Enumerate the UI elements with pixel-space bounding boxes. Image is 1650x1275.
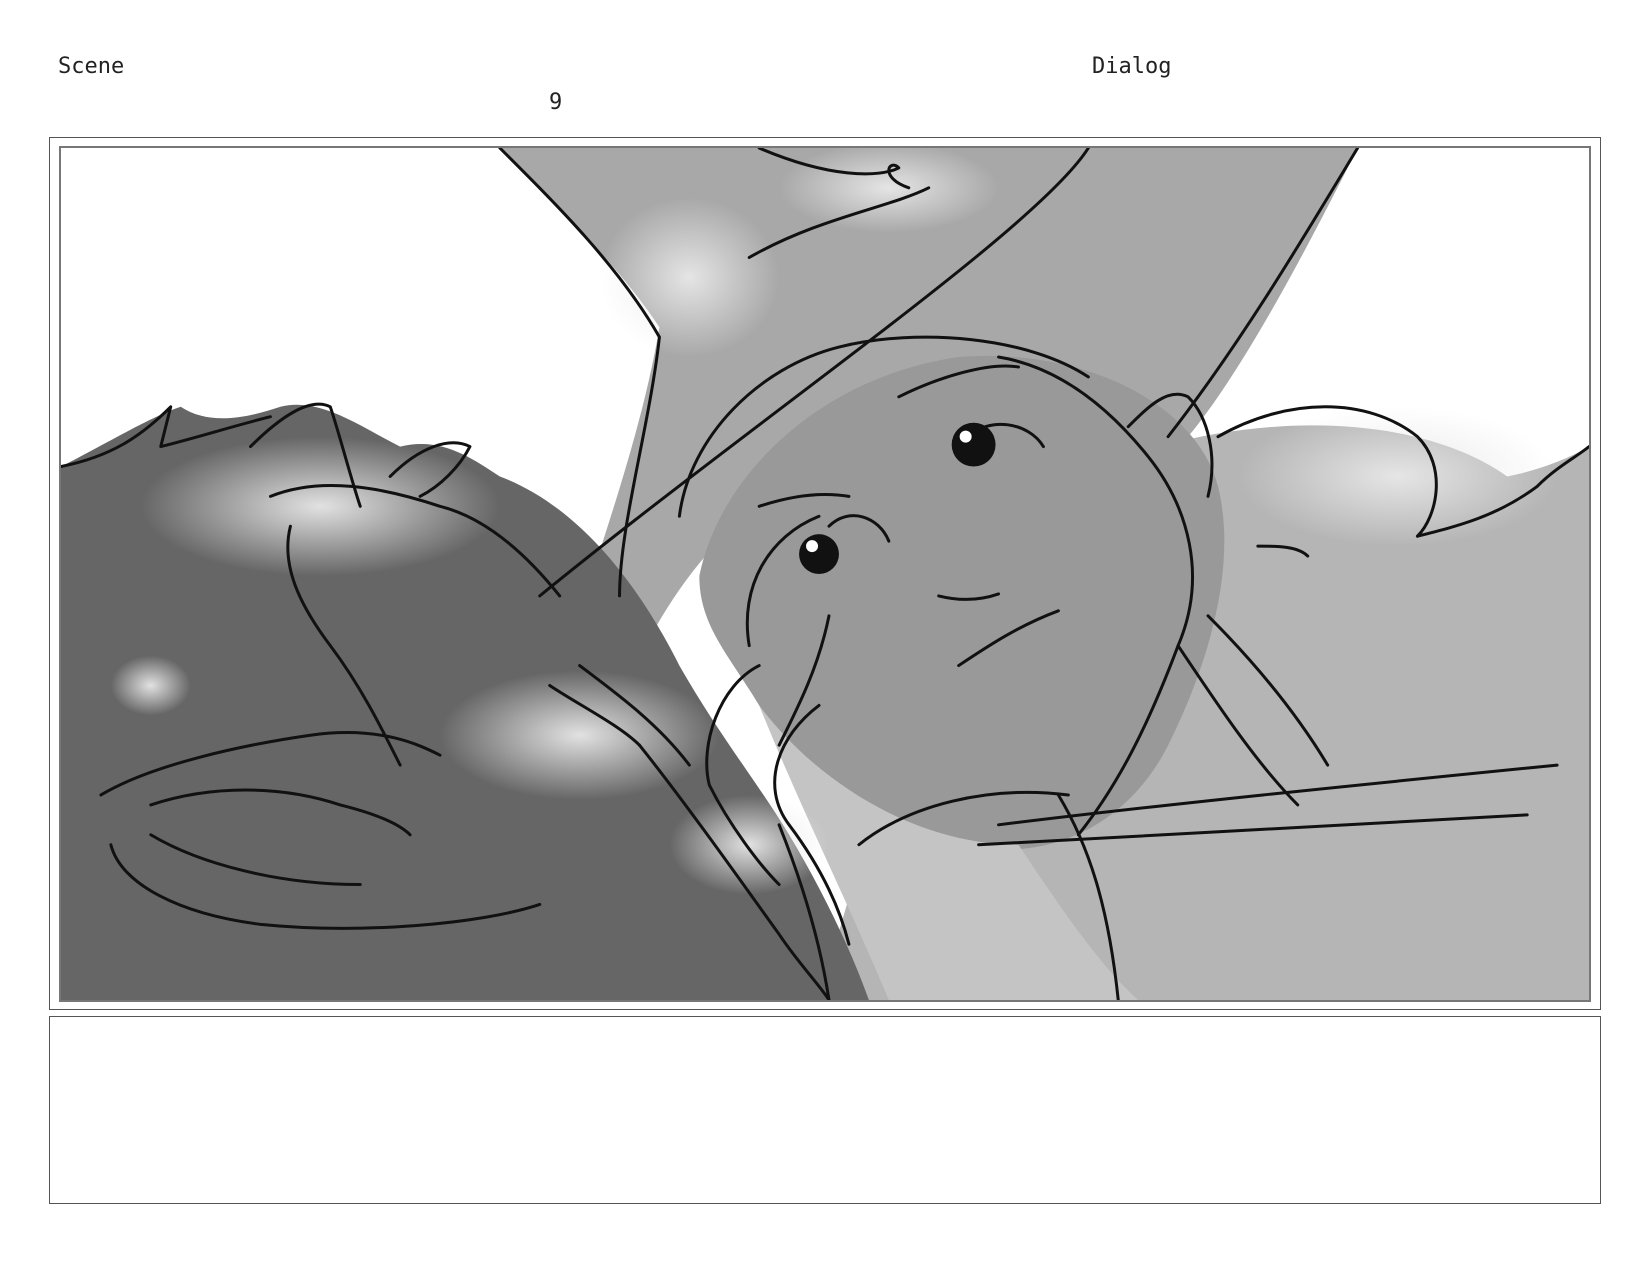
scene-number: 9 (549, 90, 563, 115)
storyboard-panel-frame (49, 137, 1601, 1010)
character-eye-right (951, 422, 996, 467)
character-eye-left (799, 534, 839, 574)
dialog-box[interactable] (49, 1016, 1601, 1204)
scene-label: Scene (58, 54, 125, 79)
dialog-label: Dialog (1092, 54, 1172, 79)
storyboard-sketch (61, 148, 1589, 1000)
storyboard-panel (59, 146, 1591, 1002)
